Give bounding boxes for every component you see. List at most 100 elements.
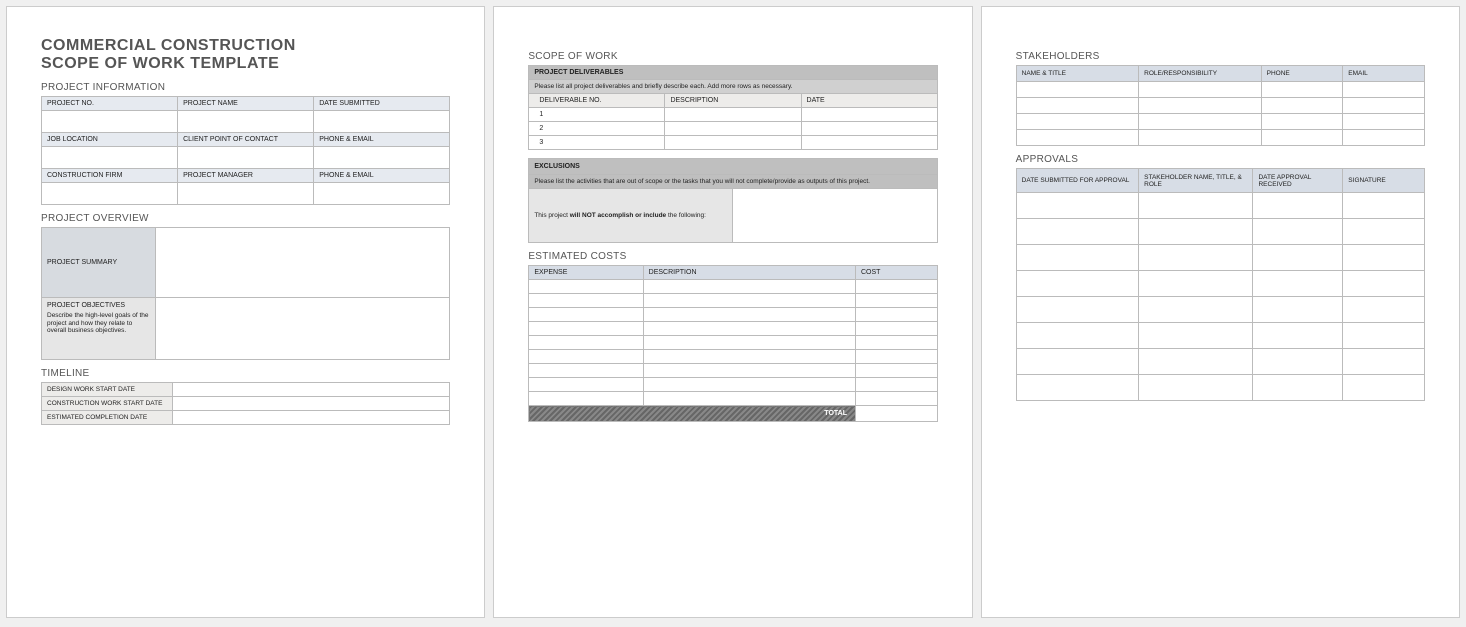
appr-cell[interactable]: [1253, 271, 1343, 297]
cost-row[interactable]: [529, 294, 643, 308]
cell-job-location[interactable]: [42, 146, 178, 168]
appr-cell[interactable]: [1139, 271, 1253, 297]
cost-row[interactable]: [529, 350, 643, 364]
appr-cell[interactable]: [1343, 349, 1425, 375]
cell-design-start[interactable]: [172, 382, 450, 396]
appr-cell[interactable]: [1016, 323, 1138, 349]
deliv-row-3-no: 3: [529, 136, 665, 150]
cost-row[interactable]: [529, 378, 643, 392]
cost-row[interactable]: [855, 336, 937, 350]
stake-cell[interactable]: [1261, 98, 1343, 114]
cost-row[interactable]: [643, 378, 855, 392]
exclusions-content[interactable]: [733, 189, 937, 243]
appr-cell[interactable]: [1016, 349, 1138, 375]
cost-row[interactable]: [529, 308, 643, 322]
cost-row[interactable]: [855, 392, 937, 406]
appr-cell[interactable]: [1343, 193, 1425, 219]
deliv-row-1-desc[interactable]: [665, 108, 801, 122]
appr-cell[interactable]: [1253, 297, 1343, 323]
cost-row[interactable]: [529, 336, 643, 350]
cost-row[interactable]: [855, 364, 937, 378]
stake-cell[interactable]: [1139, 114, 1261, 130]
stake-cell[interactable]: [1139, 130, 1261, 146]
appr-cell[interactable]: [1139, 349, 1253, 375]
cost-row[interactable]: [529, 392, 643, 406]
appr-cell[interactable]: [1139, 297, 1253, 323]
cell-construction-start[interactable]: [172, 396, 450, 410]
appr-cell[interactable]: [1343, 245, 1425, 271]
cost-row[interactable]: [643, 336, 855, 350]
stake-cell[interactable]: [1343, 130, 1425, 146]
stake-cell[interactable]: [1343, 82, 1425, 98]
appr-cell[interactable]: [1343, 271, 1425, 297]
stake-cell[interactable]: [1343, 114, 1425, 130]
cell-project-objectives[interactable]: [156, 297, 450, 359]
appr-cell[interactable]: [1139, 375, 1253, 401]
appr-cell[interactable]: [1139, 219, 1253, 245]
cost-row[interactable]: [855, 378, 937, 392]
stake-cell[interactable]: [1016, 114, 1138, 130]
stake-cell[interactable]: [1261, 130, 1343, 146]
cost-row[interactable]: [855, 308, 937, 322]
cell-project-manager[interactable]: [178, 182, 314, 204]
stake-cell[interactable]: [1139, 82, 1261, 98]
cost-row[interactable]: [855, 350, 937, 364]
cell-project-no[interactable]: [42, 110, 178, 132]
section-estimated-costs: ESTIMATED COSTS: [528, 251, 937, 262]
cell-construction-firm[interactable]: [42, 182, 178, 204]
cost-row[interactable]: [643, 322, 855, 336]
cell-client-poc[interactable]: [178, 146, 314, 168]
appr-cell[interactable]: [1139, 193, 1253, 219]
appr-cell[interactable]: [1016, 271, 1138, 297]
cost-row[interactable]: [643, 308, 855, 322]
cost-row[interactable]: [855, 294, 937, 308]
appr-cell[interactable]: [1016, 375, 1138, 401]
cost-row[interactable]: [643, 392, 855, 406]
appr-cell[interactable]: [1253, 375, 1343, 401]
stake-cell[interactable]: [1139, 98, 1261, 114]
appr-cell[interactable]: [1253, 323, 1343, 349]
cost-row[interactable]: [529, 322, 643, 336]
stake-cell[interactable]: [1016, 82, 1138, 98]
cost-row[interactable]: [529, 280, 643, 294]
deliv-row-3-desc[interactable]: [665, 136, 801, 150]
cell-phone-email-2[interactable]: [314, 182, 450, 204]
appr-cell[interactable]: [1016, 297, 1138, 323]
stake-cell[interactable]: [1016, 98, 1138, 114]
appr-cell[interactable]: [1253, 245, 1343, 271]
stake-cell[interactable]: [1016, 130, 1138, 146]
appr-cell[interactable]: [1253, 349, 1343, 375]
appr-cell[interactable]: [1253, 193, 1343, 219]
cost-row[interactable]: [529, 364, 643, 378]
cost-row[interactable]: [855, 322, 937, 336]
appr-cell[interactable]: [1016, 193, 1138, 219]
stake-cell[interactable]: [1343, 98, 1425, 114]
appr-cell[interactable]: [1343, 323, 1425, 349]
appr-cell[interactable]: [1253, 219, 1343, 245]
stake-cell[interactable]: [1261, 82, 1343, 98]
deliv-row-2-date[interactable]: [801, 122, 937, 136]
deliv-row-3-date[interactable]: [801, 136, 937, 150]
appr-cell[interactable]: [1016, 245, 1138, 271]
cell-project-summary[interactable]: [156, 227, 450, 297]
cell-date-submitted[interactable]: [314, 110, 450, 132]
cost-row[interactable]: [643, 364, 855, 378]
cell-est-completion[interactable]: [172, 410, 450, 424]
appr-cell[interactable]: [1343, 219, 1425, 245]
cost-row[interactable]: [855, 280, 937, 294]
cost-row[interactable]: [643, 294, 855, 308]
cell-phone-email-1[interactable]: [314, 146, 450, 168]
appr-cell[interactable]: [1343, 375, 1425, 401]
cost-row[interactable]: [643, 350, 855, 364]
cell-project-name[interactable]: [178, 110, 314, 132]
deliv-row-2-desc[interactable]: [665, 122, 801, 136]
appr-cell[interactable]: [1343, 297, 1425, 323]
appr-cell[interactable]: [1016, 219, 1138, 245]
appr-cell[interactable]: [1139, 323, 1253, 349]
costs-total-value[interactable]: [855, 406, 937, 422]
cost-row[interactable]: [643, 280, 855, 294]
stake-cell[interactable]: [1261, 114, 1343, 130]
col-appr-stakeholder: STAKEHOLDER NAME, TITLE, & ROLE: [1139, 169, 1253, 193]
deliv-row-1-date[interactable]: [801, 108, 937, 122]
appr-cell[interactable]: [1139, 245, 1253, 271]
